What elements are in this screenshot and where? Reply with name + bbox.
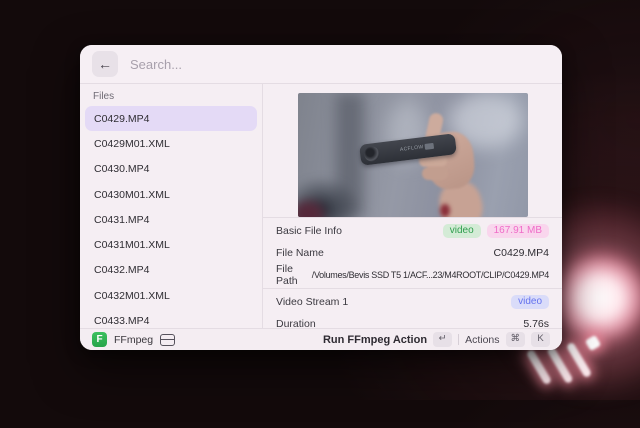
file-item-c0430-mp4[interactable]: C0430.MP4 xyxy=(85,157,257,182)
file-item-c0429m01-xml[interactable]: C0429M01.XML xyxy=(85,131,257,156)
back-arrow-icon: ← xyxy=(98,56,112,72)
ffmpeg-logo-icon: F xyxy=(92,332,107,347)
info-divider xyxy=(263,288,562,289)
hand-finger xyxy=(422,167,448,180)
footer-bar: F FFmpeg Run FFmpeg Action ↵ Actions ⌘ K xyxy=(80,328,562,350)
basic-file-info-label: Basic File Info xyxy=(276,225,342,237)
video-stream-row: Video Stream 1 video xyxy=(263,291,562,313)
device-brand-label: ACFLOW xyxy=(399,144,423,153)
return-key-icon: ↵ xyxy=(433,332,452,346)
stream-type-badge: video xyxy=(511,295,549,309)
video-stream-label: Video Stream 1 xyxy=(276,296,348,308)
basic-file-info-badges: video 167.91 MB xyxy=(443,224,549,238)
file-path-value: /Volumes/Bevis SSD T5 1/ACF...23/M4ROOT/… xyxy=(312,270,549,280)
file-path-row: File Path /Volumes/Bevis SSD T5 1/ACF...… xyxy=(263,264,562,286)
file-item-c0432m01-xml[interactable]: C0432M01.XML xyxy=(85,283,257,308)
back-button[interactable]: ← xyxy=(92,51,118,77)
file-item-c0431m01-xml[interactable]: C0431M01.XML xyxy=(85,232,257,257)
video-preview-area: ACFLOW xyxy=(263,84,562,218)
app-name: FFmpeg xyxy=(114,334,153,346)
search-input[interactable] xyxy=(128,56,550,73)
content-area: Files C0429.MP4 C0429M01.XML C0430.MP4 C… xyxy=(80,84,562,328)
drive-icon[interactable] xyxy=(160,334,175,346)
file-path-label: File Path xyxy=(276,263,312,287)
ffmpeg-launcher-window: ← Files C0429.MP4 C0429M01.XML C0430.MP4… xyxy=(80,45,562,350)
actions-menu-button[interactable]: Actions xyxy=(465,334,499,346)
file-item-c0431-mp4[interactable]: C0431.MP4 xyxy=(85,207,257,232)
footer-actions: Run FFmpeg Action ↵ Actions ⌘ K xyxy=(323,332,550,346)
video-stream-badges: video xyxy=(511,295,549,309)
file-item-c0429-mp4[interactable]: C0429.MP4 xyxy=(85,106,257,131)
file-item-c0433-mp4[interactable]: C0433.MP4 xyxy=(85,308,257,328)
file-name-row: File Name C0429.MP4 xyxy=(263,242,562,264)
footer-divider xyxy=(458,334,459,345)
file-item-c0430m01-xml[interactable]: C0430M01.XML xyxy=(85,182,257,207)
detail-panel: ACFLOW Basic File Info video 167.91 MB F… xyxy=(263,84,562,328)
video-thumbnail: ACFLOW xyxy=(298,93,528,217)
file-size-badge: 167.91 MB xyxy=(487,224,549,238)
run-ffmpeg-action-button[interactable]: Run FFmpeg Action xyxy=(323,334,427,346)
camera-lens xyxy=(363,146,380,163)
video-type-badge: video xyxy=(443,224,481,238)
preview-red-blob xyxy=(440,204,450,217)
files-section-label: Files xyxy=(80,89,262,106)
file-list-sidebar: Files C0429.MP4 C0429M01.XML C0430.MP4 C… xyxy=(80,84,263,328)
file-info-section: Basic File Info video 167.91 MB File Nam… xyxy=(263,218,562,335)
basic-file-info-row: Basic File Info video 167.91 MB xyxy=(263,220,562,242)
device-screen xyxy=(424,143,434,150)
cmd-key-icon: ⌘ xyxy=(506,332,526,346)
k-key-icon: K xyxy=(531,332,550,346)
file-name-value: C0429.MP4 xyxy=(494,247,549,259)
file-name-label: File Name xyxy=(276,247,324,259)
file-item-c0432-mp4[interactable]: C0432.MP4 xyxy=(85,258,257,283)
search-bar: ← xyxy=(80,45,562,84)
